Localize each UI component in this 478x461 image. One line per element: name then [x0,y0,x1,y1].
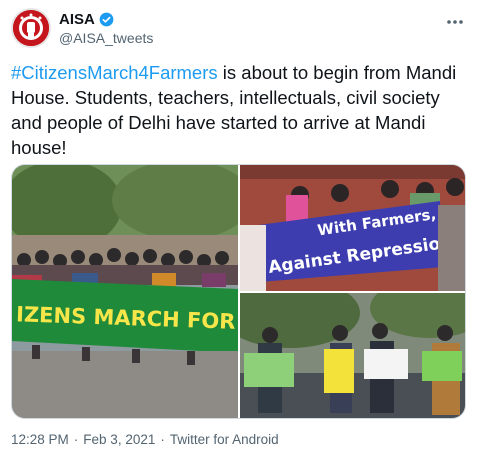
photo-placards[interactable] [240,293,465,418]
media-grid: IZENS MARCH FOR FARMERS With Farmers, Ag… [11,164,466,419]
meta-separator-1: · [73,432,79,447]
avatar[interactable] [11,8,51,48]
tweet-meta: 12:28 PM · Feb 3, 2021 · Twitter for And… [11,432,279,447]
avatar-logo [13,10,49,46]
photo-march-crowd[interactable]: IZENS MARCH FOR FARMERS [12,165,238,418]
tweet-date[interactable]: Feb 3, 2021 [83,432,155,447]
verified-badge-icon [99,12,114,27]
photo-march-crowd-image: IZENS MARCH FOR FARMERS [12,165,238,418]
tweet-text: #CitizensMarch4Farmers is about to begin… [11,60,466,160]
hashtag-link[interactable]: #CitizensMarch4Farmers [11,62,218,83]
more-options-icon[interactable] [446,10,464,30]
photo-repression-banner-image: With Farmers, Against Repression [240,165,465,291]
tweet-source[interactable]: Twitter for Android [170,432,279,447]
tweet-time[interactable]: 12:28 PM [11,432,69,447]
photo-repression-banner[interactable]: With Farmers, Against Repression [240,165,465,291]
meta-separator-2: · [160,432,165,447]
photo-placards-image [240,293,465,418]
account-handle[interactable]: @AISA_tweets [59,30,153,46]
account-name[interactable]: AISA [59,11,95,28]
account-name-row[interactable]: AISA [59,11,114,28]
